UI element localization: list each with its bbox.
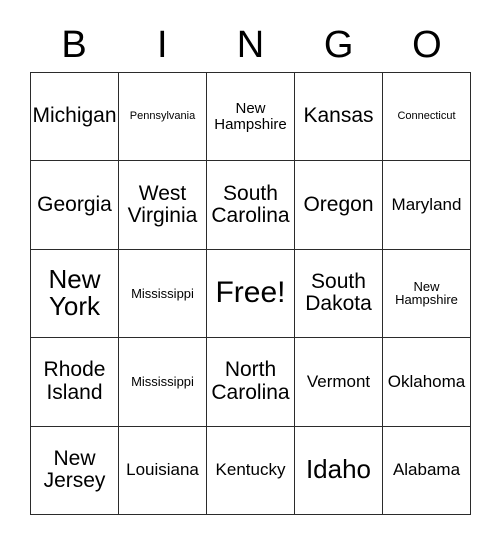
bingo-cell-label: North Carolina xyxy=(211,358,290,404)
bingo-header-letter-g: G xyxy=(323,24,354,66)
bingo-header-letter-b: B xyxy=(61,24,87,66)
bingo-cell-label: Kentucky xyxy=(215,460,286,480)
bingo-cell-r2c5[interactable]: Maryland xyxy=(383,161,471,250)
bingo-cell-label: New Jersey xyxy=(43,446,106,493)
bingo-grid: Michigan Pennsylvania New Hampshire Kans… xyxy=(30,72,471,515)
bingo-cell-r4c4[interactable]: Vermont xyxy=(295,338,383,427)
bingo-cell-label: Michigan xyxy=(32,104,117,128)
bingo-cell-label: Kansas xyxy=(303,104,374,128)
bingo-header-letter-i: I xyxy=(157,24,168,66)
bingo-cell-label: South Dakota xyxy=(305,270,372,316)
bingo-cell-r3c1[interactable]: New York xyxy=(31,249,119,339)
bingo-cell-label: Alabama xyxy=(392,460,461,480)
bingo-cell-label: Vermont xyxy=(306,371,371,391)
bingo-cell-label: New Hampshire xyxy=(395,278,458,308)
bingo-cell-r1c3[interactable]: New Hampshire xyxy=(207,73,295,162)
bingo-cell-label: Mississippi xyxy=(131,285,194,301)
bingo-cell-r1c2[interactable]: Pennsylvania xyxy=(119,73,207,162)
bingo-cell-r3c5[interactable]: New Hampshire xyxy=(383,249,471,339)
bingo-cell-r4c2[interactable]: Mississippi xyxy=(119,338,207,427)
bingo-header: B I N G O xyxy=(30,18,471,72)
bingo-cell-label: Oklahoma xyxy=(387,371,466,391)
bingo-cell-r5c4[interactable]: Idaho xyxy=(295,426,383,515)
bingo-cell-label: West Virginia xyxy=(127,181,198,228)
bingo-cell-free-space[interactable]: Free! xyxy=(207,249,295,339)
bingo-cell-label: Rhode Island xyxy=(43,358,106,404)
bingo-cell-r5c1[interactable]: New Jersey xyxy=(31,426,119,515)
bingo-cell-r2c3[interactable]: South Carolina xyxy=(207,161,295,250)
bingo-cell-label: Mississippi xyxy=(131,373,194,389)
bingo-cell-label: New York xyxy=(48,263,101,322)
bingo-cell-r2c1[interactable]: Georgia xyxy=(31,161,119,250)
bingo-card: B I N G O Michigan Pennsylvania New Hamp… xyxy=(0,0,500,544)
bingo-cell-r1c5[interactable]: Connecticut xyxy=(383,73,471,162)
bingo-cell-r5c2[interactable]: Louisiana xyxy=(119,426,207,515)
bingo-cell-label: South Carolina xyxy=(211,181,290,228)
bingo-cell-label: Georgia xyxy=(37,192,112,216)
bingo-cell-r1c1[interactable]: Michigan xyxy=(31,73,119,162)
bingo-cell-label: Idaho xyxy=(305,454,372,485)
bingo-cell-r4c1[interactable]: Rhode Island xyxy=(31,338,119,427)
bingo-cell-label: New Hampshire xyxy=(214,99,287,133)
bingo-cell-r2c4[interactable]: Oregon xyxy=(295,161,383,250)
bingo-free-space-label: Free! xyxy=(215,276,286,310)
bingo-cell-label: Maryland xyxy=(391,195,462,214)
bingo-header-letter-n: N xyxy=(236,24,265,66)
bingo-cell-r3c2[interactable]: Mississippi xyxy=(119,249,207,339)
bingo-cell-label: Louisiana xyxy=(126,460,199,480)
bingo-cell-label: Oregon xyxy=(303,192,374,216)
bingo-cell-r5c3[interactable]: Kentucky xyxy=(207,426,295,515)
bingo-cell-r4c3[interactable]: North Carolina xyxy=(207,338,295,427)
bingo-cell-r4c5[interactable]: Oklahoma xyxy=(383,338,471,427)
bingo-header-letter-o: O xyxy=(412,24,442,66)
bingo-cell-r3c4[interactable]: South Dakota xyxy=(295,249,383,339)
bingo-cell-label: Pennsylvania xyxy=(129,109,196,122)
bingo-cell-label: Connecticut xyxy=(397,109,456,122)
bingo-cell-r2c2[interactable]: West Virginia xyxy=(119,161,207,250)
bingo-cell-r1c4[interactable]: Kansas xyxy=(295,73,383,162)
bingo-cell-r5c5[interactable]: Alabama xyxy=(383,426,471,515)
